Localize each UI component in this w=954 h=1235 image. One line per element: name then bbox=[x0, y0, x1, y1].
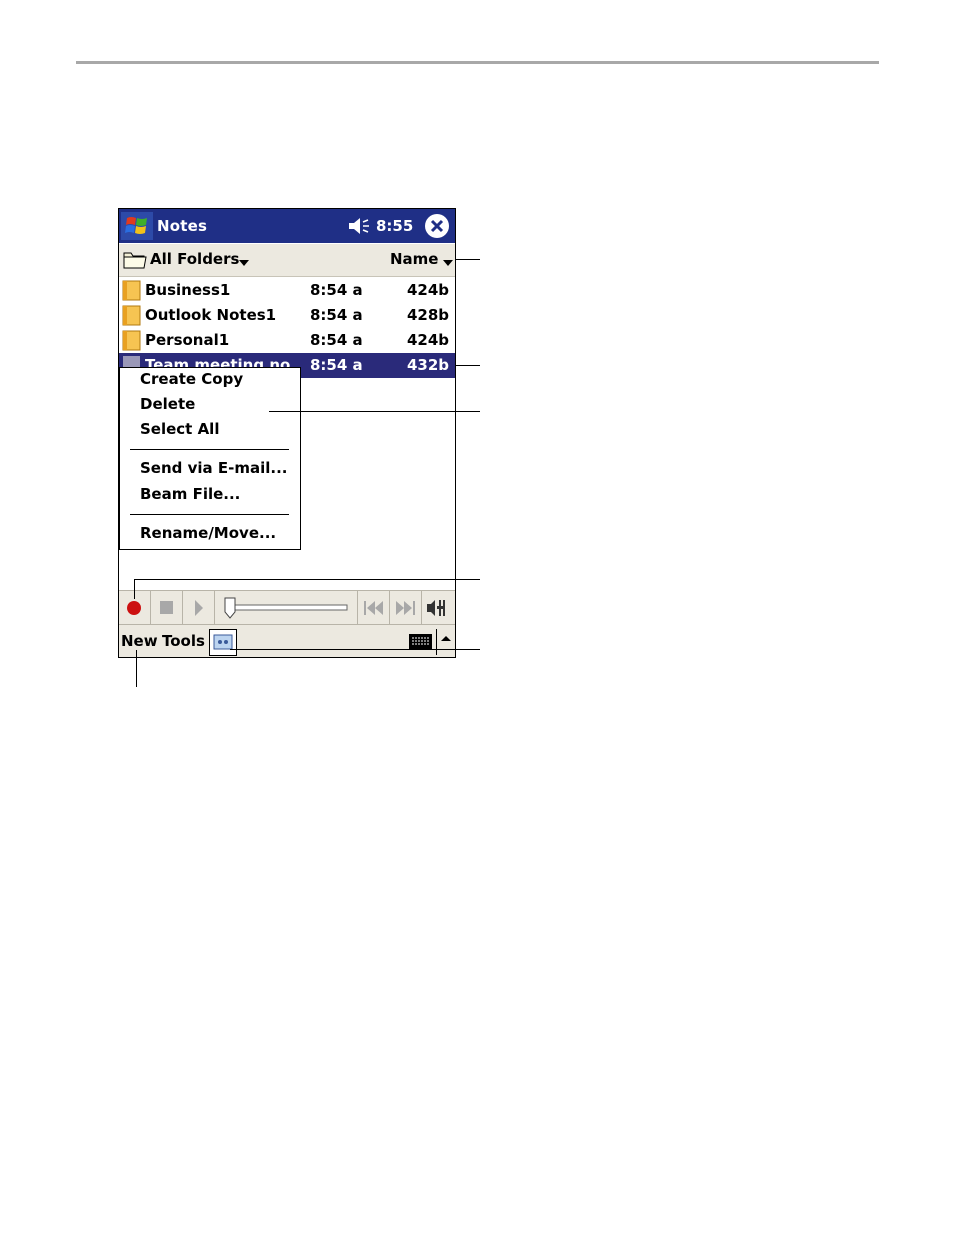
menu-divider bbox=[130, 449, 289, 450]
new-menu[interactable]: New bbox=[121, 632, 158, 650]
file-size: 424b bbox=[407, 331, 450, 349]
close-icon bbox=[430, 219, 444, 233]
folder-icon bbox=[123, 252, 147, 269]
menu-item-beam-file[interactable]: Beam File... bbox=[140, 485, 240, 503]
file-time: 8:54 a bbox=[310, 281, 363, 299]
file-name: Business1 bbox=[145, 281, 231, 299]
clock[interactable]: 8:55 bbox=[376, 217, 413, 235]
sort-chevron-down-icon[interactable] bbox=[443, 260, 453, 266]
sip-divider bbox=[436, 629, 437, 655]
file-time: 8:54 a bbox=[310, 306, 363, 324]
app-title: Notes bbox=[157, 217, 208, 235]
position-slider[interactable] bbox=[215, 591, 358, 624]
file-row[interactable]: Personal1 8:54 a 424b bbox=[119, 328, 455, 353]
page-header-rule bbox=[76, 61, 879, 64]
up-arrow-icon bbox=[441, 636, 451, 641]
play-button[interactable] bbox=[183, 591, 215, 624]
file-row[interactable]: Business1 8:54 a 424b bbox=[119, 278, 455, 303]
file-size: 428b bbox=[407, 306, 450, 324]
callout-line-selected-note bbox=[455, 365, 480, 366]
file-name: Outlook Notes1 bbox=[145, 306, 277, 324]
sort-dropdown[interactable]: Name bbox=[390, 250, 438, 268]
folder-dropdown[interactable]: All Folders bbox=[150, 250, 239, 268]
stop-button[interactable] bbox=[151, 591, 183, 624]
pocket-pc-screen: Notes 8:55 All Folders Name Business1 8:… bbox=[118, 208, 456, 658]
file-row[interactable]: Outlook Notes1 8:54 a 428b bbox=[119, 303, 455, 328]
tools-menu[interactable]: Tools bbox=[162, 632, 205, 650]
callout-line-recording-button bbox=[230, 649, 480, 650]
folder-chevron-down-icon[interactable] bbox=[239, 260, 249, 266]
input-selector-button[interactable] bbox=[438, 631, 454, 651]
menu-item-rename-move[interactable]: Rename/Move... bbox=[140, 524, 276, 542]
file-size: 424b bbox=[407, 281, 450, 299]
stop-icon bbox=[160, 601, 173, 614]
start-menu-button[interactable] bbox=[121, 212, 153, 240]
recording-toolbar-button[interactable] bbox=[209, 629, 237, 656]
menu-bar: New Tools bbox=[119, 624, 455, 657]
context-menu: Create Copy Delete Select All Send via E… bbox=[119, 367, 301, 550]
skip-forward-icon bbox=[396, 601, 415, 615]
menu-divider bbox=[130, 514, 289, 515]
recording-toolbar-icon bbox=[213, 634, 233, 650]
menu-item-create-copy[interactable]: Create Copy bbox=[140, 370, 243, 388]
callout-line-recording-toolbar-drop bbox=[134, 579, 135, 599]
input-panel-button[interactable] bbox=[408, 631, 434, 651]
recording-toolbar bbox=[119, 590, 455, 624]
record-button[interactable] bbox=[119, 591, 151, 624]
menu-item-send-email[interactable]: Send via E-mail... bbox=[140, 459, 287, 477]
keyboard-icon bbox=[409, 634, 432, 649]
windows-flag-icon bbox=[125, 217, 147, 234]
skip-forward-button[interactable] bbox=[390, 591, 422, 624]
file-size: 432b bbox=[407, 356, 450, 374]
menu-item-delete[interactable]: Delete bbox=[140, 395, 195, 413]
play-icon bbox=[195, 600, 203, 616]
slider-track bbox=[224, 597, 348, 619]
callout-line-sort bbox=[455, 259, 480, 260]
callout-line-context-menu bbox=[269, 411, 480, 412]
file-name: Personal1 bbox=[145, 331, 230, 349]
file-time: 8:54 a bbox=[310, 331, 363, 349]
menu-item-select-all[interactable]: Select All bbox=[140, 420, 219, 438]
note-icon bbox=[122, 305, 141, 326]
close-button[interactable] bbox=[425, 214, 449, 238]
volume-button[interactable] bbox=[422, 591, 455, 624]
callout-line-new-button bbox=[136, 650, 137, 687]
note-icon bbox=[122, 280, 141, 301]
file-time: 8:54 a bbox=[310, 356, 363, 374]
title-bar: Notes 8:55 bbox=[119, 209, 455, 243]
volume-icon bbox=[427, 600, 445, 616]
speaker-icon[interactable] bbox=[347, 217, 373, 239]
skip-back-button[interactable] bbox=[358, 591, 390, 624]
callout-line-recording-toolbar bbox=[134, 579, 480, 580]
skip-back-icon bbox=[364, 601, 383, 615]
note-icon bbox=[122, 330, 141, 351]
folder-bar: All Folders Name bbox=[119, 244, 455, 277]
